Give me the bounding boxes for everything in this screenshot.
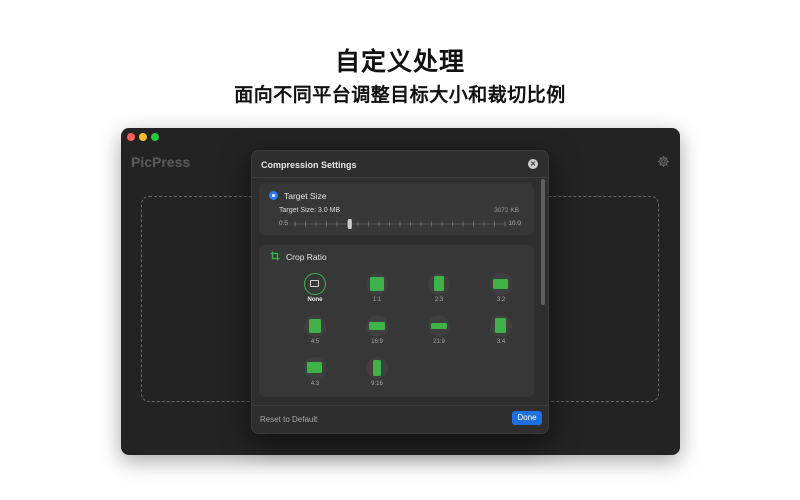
ratio-shape <box>307 362 322 373</box>
window-minimize-button[interactable] <box>139 133 147 141</box>
window-zoom-button[interactable] <box>151 133 159 141</box>
ratio-shape <box>373 360 381 376</box>
ratio-option-16-9[interactable]: 16:9 <box>359 315 395 345</box>
ratio-label: 2:3 <box>434 297 444 303</box>
ratio-indicator <box>428 273 450 295</box>
ratio-indicator <box>366 273 388 295</box>
ratio-label: None <box>307 297 323 303</box>
target-size-label: Target Size <box>284 191 327 201</box>
scrollbar[interactable] <box>541 179 545 305</box>
ratio-indicator <box>304 357 326 379</box>
slider-min-label: 0.5 <box>279 220 289 227</box>
sheet-footer: Reset to Default Done <box>252 405 548 433</box>
ratio-label: 16:9 <box>371 339 383 345</box>
ratio-label: 21:9 <box>433 339 445 345</box>
ratio-shape <box>370 277 384 291</box>
done-button[interactable]: Done <box>512 411 542 425</box>
none-icon <box>310 280 319 287</box>
sheet-title: Compression Settings <box>261 160 357 170</box>
ratio-option-2-3[interactable]: 2:3 <box>421 273 457 303</box>
close-icon[interactable]: × <box>528 159 538 169</box>
ratio-shape <box>369 322 385 330</box>
ratio-label: 4:3 <box>310 381 320 387</box>
hero-title: 自定义处理 <box>334 47 465 76</box>
ratio-label: 9:16 <box>371 381 383 387</box>
sheet-header: Compression Settings × <box>252 151 548 178</box>
ratio-shape <box>434 276 444 291</box>
target-size-card: Target Size Target Size: 3.0 MB 3072 KB … <box>259 183 534 235</box>
ratio-option-3-2[interactable]: 3:2 <box>483 273 519 303</box>
ratio-indicator <box>490 273 512 295</box>
target-size-value: Target Size: 3.0 MB <box>279 207 341 214</box>
window-close-button[interactable] <box>127 133 135 141</box>
slider-max-label: 10.0 <box>508 220 521 227</box>
crop-icon <box>270 251 280 261</box>
ratio-shape <box>495 318 506 333</box>
crop-ratio-label: Crop Ratio <box>286 252 327 262</box>
target-size-radio[interactable] <box>269 191 278 200</box>
target-size-slider[interactable] <box>294 219 506 229</box>
ratio-option-4-5[interactable]: 4:5 <box>297 315 333 345</box>
ratio-option-21-9[interactable]: 21:9 <box>421 315 457 345</box>
ratio-indicator <box>366 315 388 337</box>
ratio-label: 4:5 <box>310 339 320 345</box>
slider-thumb[interactable] <box>347 219 352 229</box>
ratio-none-indicator <box>304 273 326 295</box>
gear-icon[interactable] <box>657 155 670 168</box>
ratio-option-1-1[interactable]: 1:1 <box>359 273 395 303</box>
ratio-option-none[interactable]: None <box>297 273 333 303</box>
ratio-label: 3:4 <box>496 339 506 345</box>
reset-to-default-button[interactable]: Reset to Default <box>260 415 317 424</box>
ratio-indicator <box>428 315 450 337</box>
ratio-shape <box>309 319 321 333</box>
ratio-label: 1:1 <box>372 297 382 303</box>
ratio-option-9-16[interactable]: 9:16 <box>359 357 395 387</box>
ratio-option-4-3[interactable]: 4:3 <box>297 357 333 387</box>
ratio-option-3-4[interactable]: 3:4 <box>483 315 519 345</box>
ratio-indicator <box>304 315 326 337</box>
ratio-label: 3:2 <box>496 297 506 303</box>
target-size-kb: 3072 KB <box>494 207 519 214</box>
app-title: PicPress <box>131 154 191 170</box>
compression-settings-sheet: Compression Settings × Target Size Targe… <box>251 150 549 434</box>
ratio-indicator <box>366 357 388 379</box>
ratio-indicator <box>490 315 512 337</box>
crop-ratio-card: Crop Ratio None 1:1 2:3 3:2 4:5 16:9 21:… <box>259 245 534 397</box>
hero-subtitle: 面向不同平台调整目标大小和裁切比例 <box>234 84 566 106</box>
ratio-shape <box>431 323 447 329</box>
ratio-shape <box>493 279 508 289</box>
